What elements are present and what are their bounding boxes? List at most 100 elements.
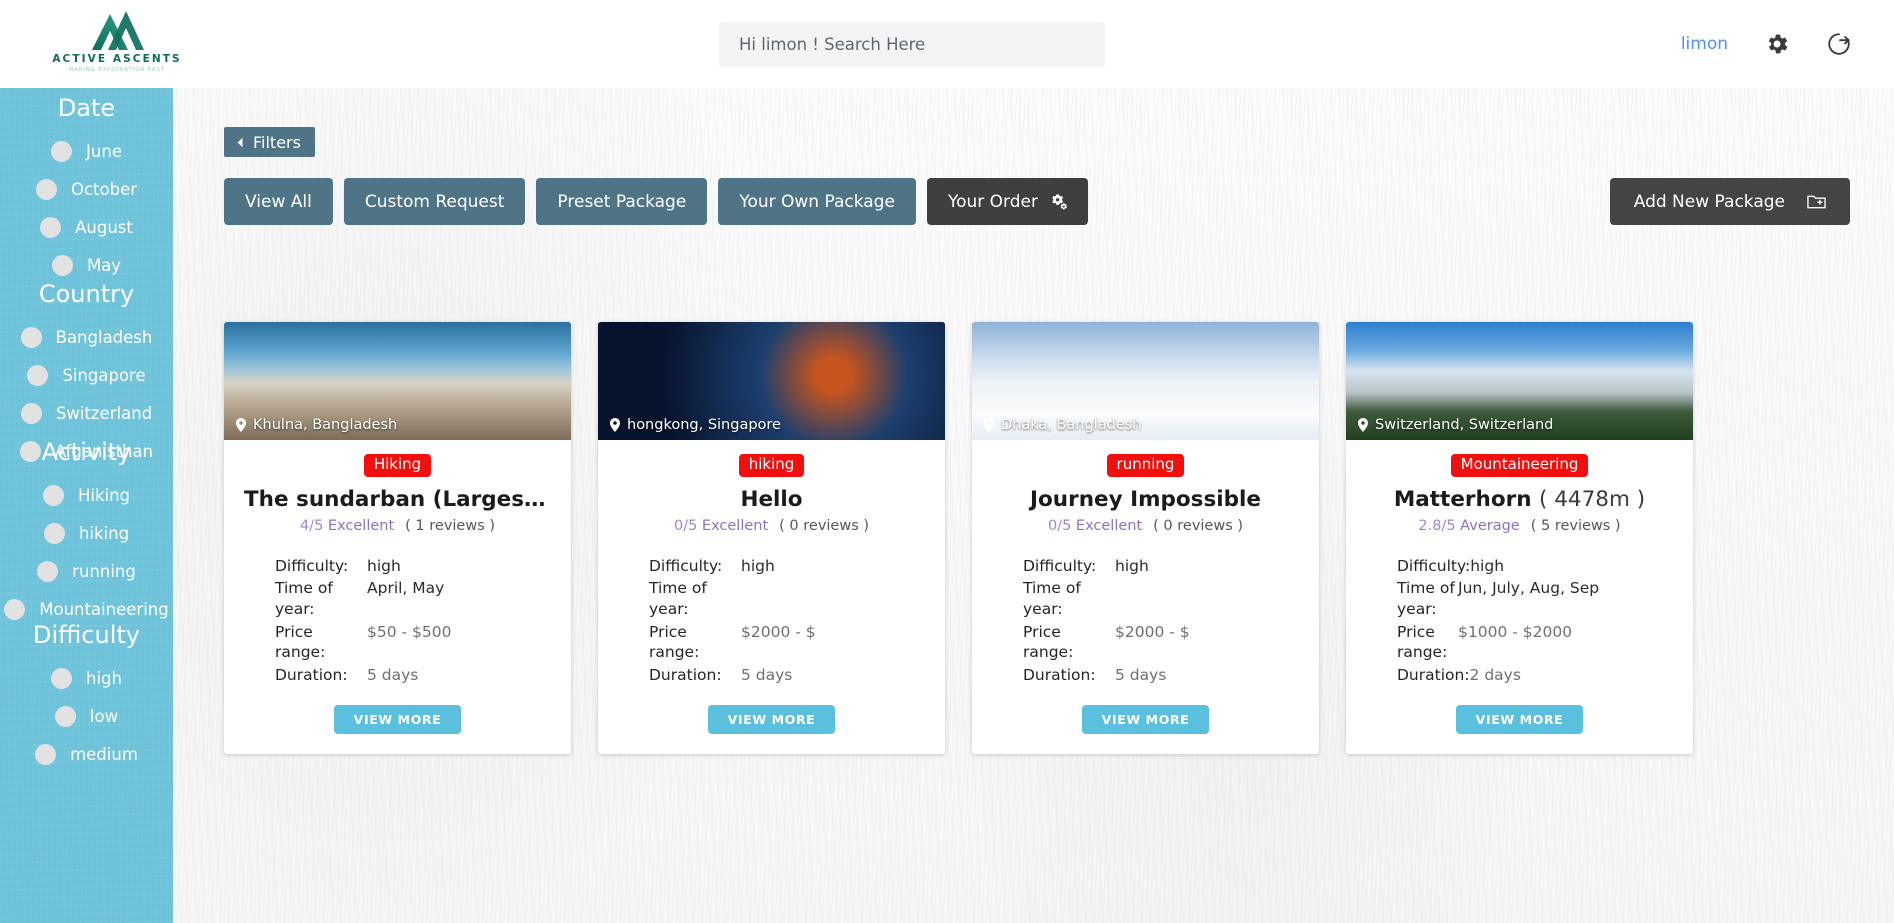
- filter-checkbox[interactable]: [54, 705, 76, 727]
- search-input[interactable]: [719, 22, 1105, 67]
- filter-option-label: Hiking: [77, 485, 131, 505]
- filter-option-june[interactable]: June: [0, 132, 173, 170]
- package-card[interactable]: hongkong, Singapore hiking Hello 0/5 Excell…: [598, 322, 945, 755]
- card-specs: Difficulty: high Time of year: April, May Pr…: [244, 556, 551, 686]
- filter-option-bangladesh[interactable]: Bangladesh: [0, 318, 173, 356]
- filter-option-switzerland[interactable]: Switzerland: [0, 394, 173, 432]
- tab-your-order[interactable]: Your Order: [926, 178, 1088, 225]
- card-activity-tag: running: [1106, 454, 1185, 477]
- view-more-button[interactable]: VIEW MORE: [1455, 705, 1584, 735]
- card-specs: Difficulty: high Time of year: Price range:…: [992, 556, 1299, 686]
- spec-price-range: Price range: $50 - $500: [244, 622, 551, 663]
- package-card[interactable]: Khulna, Bangladesh Hiking The sundarban (L…: [224, 322, 571, 755]
- package-card[interactable]: Switzerland, Switzerland Mountaineering Ma…: [1346, 322, 1693, 755]
- filter-option-may[interactable]: May: [0, 246, 173, 284]
- card-title-suffix: ( 4478m ): [1539, 486, 1646, 512]
- filter-checkbox[interactable]: [43, 522, 65, 544]
- tab-label: Preset Package: [557, 191, 687, 212]
- filters-toggle-button[interactable]: Filters: [224, 127, 315, 157]
- brand-logo[interactable]: ACTIVE ASCENTS MAKING EXPLORATION EASY: [52, 6, 182, 73]
- card-location-label: Dhaka, Bangladesh: [1001, 417, 1142, 433]
- filter-option-hiking[interactable]: hiking: [0, 514, 173, 552]
- tab-preset-package[interactable]: Preset Package: [536, 178, 708, 225]
- package-card-grid: Khulna, Bangladesh Hiking The sundarban (L…: [224, 322, 1693, 755]
- top-header: ACTIVE ASCENTS MAKING EXPLORATION EASY l…: [0, 0, 1894, 88]
- card-photo[interactable]: Dhaka, Bangladesh: [972, 322, 1319, 440]
- spec-label: Duration:: [1023, 665, 1096, 684]
- filter-checkbox[interactable]: [51, 254, 73, 276]
- filter-option-low[interactable]: low: [0, 697, 173, 735]
- filter-checkbox[interactable]: [35, 178, 57, 200]
- spec-label: Difficulty:: [1023, 556, 1097, 575]
- filter-option-august[interactable]: August: [0, 208, 173, 246]
- card-body: Hiking The sundarban (Largest Mangr... 4/5…: [224, 440, 571, 754]
- user-link[interactable]: limon: [1681, 34, 1728, 54]
- gear-icon[interactable]: [1764, 31, 1790, 57]
- card-review-count: ( 1 reviews ): [405, 517, 496, 534]
- filter-checkbox[interactable]: [20, 326, 42, 348]
- spec-value: 2 days: [1469, 665, 1521, 684]
- tab-your-own-package[interactable]: Your Own Package: [718, 178, 916, 225]
- filter-group-difficulty: Difficulty high low medium: [0, 621, 173, 773]
- card-rating-word: Excellent: [327, 517, 395, 534]
- card-rating: 0/5 Excellent ( 0 reviews ): [992, 518, 1299, 534]
- filter-option-hiking[interactable]: Hiking: [0, 476, 173, 514]
- logout-icon[interactable]: [1826, 31, 1852, 57]
- card-rating-score: 2.8/5: [1418, 517, 1456, 534]
- card-photo[interactable]: hongkong, Singapore: [598, 322, 945, 440]
- package-card[interactable]: Dhaka, Bangladesh running Journey Impossib…: [972, 322, 1319, 755]
- filter-checkbox[interactable]: [37, 560, 59, 582]
- header-actions: limon: [1681, 22, 1852, 66]
- filter-option-running[interactable]: running: [0, 552, 173, 590]
- card-body: hiking Hello 0/5 Excellent ( 0 reviews ) Dif…: [598, 440, 945, 754]
- view-more-button[interactable]: VIEW MORE: [333, 705, 462, 735]
- card-photo[interactable]: Khulna, Bangladesh: [224, 322, 571, 440]
- view-more-button[interactable]: VIEW MORE: [1081, 705, 1210, 735]
- card-activity-tag: hiking: [738, 454, 805, 477]
- filter-checkbox[interactable]: [42, 484, 64, 506]
- card-photo[interactable]: Switzerland, Switzerland: [1346, 322, 1693, 440]
- spec-value: high: [1115, 556, 1149, 575]
- filter-option-label: October: [70, 179, 138, 199]
- filter-group-title: Difficulty: [32, 621, 141, 649]
- spec-label: Time of year:: [649, 579, 707, 618]
- filter-option-label: August: [75, 217, 133, 237]
- card-location-label: Khulna, Bangladesh: [253, 417, 398, 433]
- filter-checkbox[interactable]: [51, 667, 72, 689]
- filter-option-medium[interactable]: medium: [0, 735, 173, 773]
- spec-difficulty: Difficulty: high: [992, 556, 1299, 577]
- filter-checkbox[interactable]: [40, 216, 62, 238]
- filter-checkbox[interactable]: [20, 402, 42, 424]
- spec-label: Duration:: [649, 665, 722, 684]
- filters-toggle-label: Filters: [253, 132, 301, 152]
- folder-plus-icon: [1807, 195, 1826, 208]
- view-more-button[interactable]: VIEW MORE: [707, 705, 836, 735]
- card-rating-score: 0/5: [673, 517, 698, 534]
- spec-value: $50 - $500: [367, 622, 452, 641]
- card-location: Dhaka, Bangladesh: [972, 410, 1319, 440]
- filter-option-singapore[interactable]: Singapore: [0, 356, 173, 394]
- filter-checkbox[interactable]: [4, 598, 26, 620]
- add-new-package-button[interactable]: Add New Package: [1609, 178, 1850, 225]
- filter-checkbox[interactable]: [35, 743, 57, 765]
- filter-checkbox[interactable]: [51, 140, 73, 162]
- filter-group-title: Activity: [41, 438, 132, 466]
- card-activity-tag: Mountaineering: [1450, 454, 1589, 477]
- tab-label: Your Order: [947, 191, 1038, 212]
- card-rating-word: Average: [1460, 517, 1520, 534]
- brand-tagline: MAKING EXPLORATION EASY: [68, 67, 166, 73]
- filter-option-label: Mountaineering: [39, 599, 169, 619]
- spec-time-of-year: Time of year: Jun, July, Aug, Sep: [1366, 578, 1673, 619]
- filter-option-high[interactable]: high: [0, 659, 173, 697]
- filter-checkbox[interactable]: [27, 364, 49, 386]
- tab-custom-request[interactable]: Custom Request: [343, 178, 526, 225]
- spec-value: $2000 - $: [741, 622, 816, 641]
- spec-duration: Duration: 5 days: [618, 665, 925, 686]
- filter-group-date: Date June October August May: [0, 94, 173, 284]
- map-pin-icon: [984, 418, 994, 432]
- filter-option-october[interactable]: October: [0, 170, 173, 208]
- filter-option-label: June: [86, 141, 122, 161]
- card-rating: 2.8/5 Average ( 5 reviews ): [1366, 518, 1673, 534]
- tab-view-all[interactable]: View All: [224, 178, 333, 225]
- spec-label: Difficulty:: [1397, 556, 1471, 575]
